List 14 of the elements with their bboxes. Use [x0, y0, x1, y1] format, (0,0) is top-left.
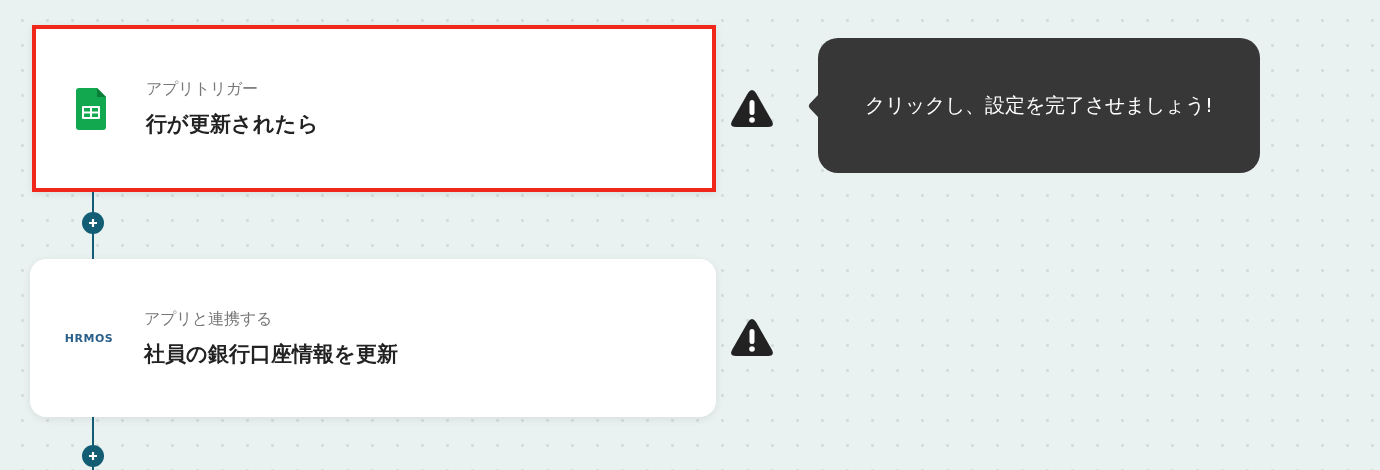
add-step-button[interactable]: [82, 212, 104, 234]
tooltip: クリックし、設定を完了させましょう!: [818, 38, 1260, 173]
step-title: 社員の銀行口座情報を更新: [144, 340, 398, 368]
plus-icon: [88, 451, 98, 461]
spreadsheet-icon: [76, 87, 106, 130]
app-logo: HRMOS: [64, 331, 114, 345]
tooltip-pointer-icon: [808, 94, 818, 117]
plus-icon: [88, 218, 98, 228]
step-title: 行が更新されたら: [146, 111, 319, 138]
add-step-button[interactable]: [82, 445, 104, 467]
step-card[interactable]: HRMOS アプリと連携する 社員の銀行口座情報を更新: [30, 259, 716, 417]
step-type-label: アプリトリガー: [146, 79, 259, 100]
step-card[interactable]: アプリトリガー 行が更新されたら: [32, 25, 716, 192]
step-type-label: アプリと連携する: [144, 308, 273, 330]
